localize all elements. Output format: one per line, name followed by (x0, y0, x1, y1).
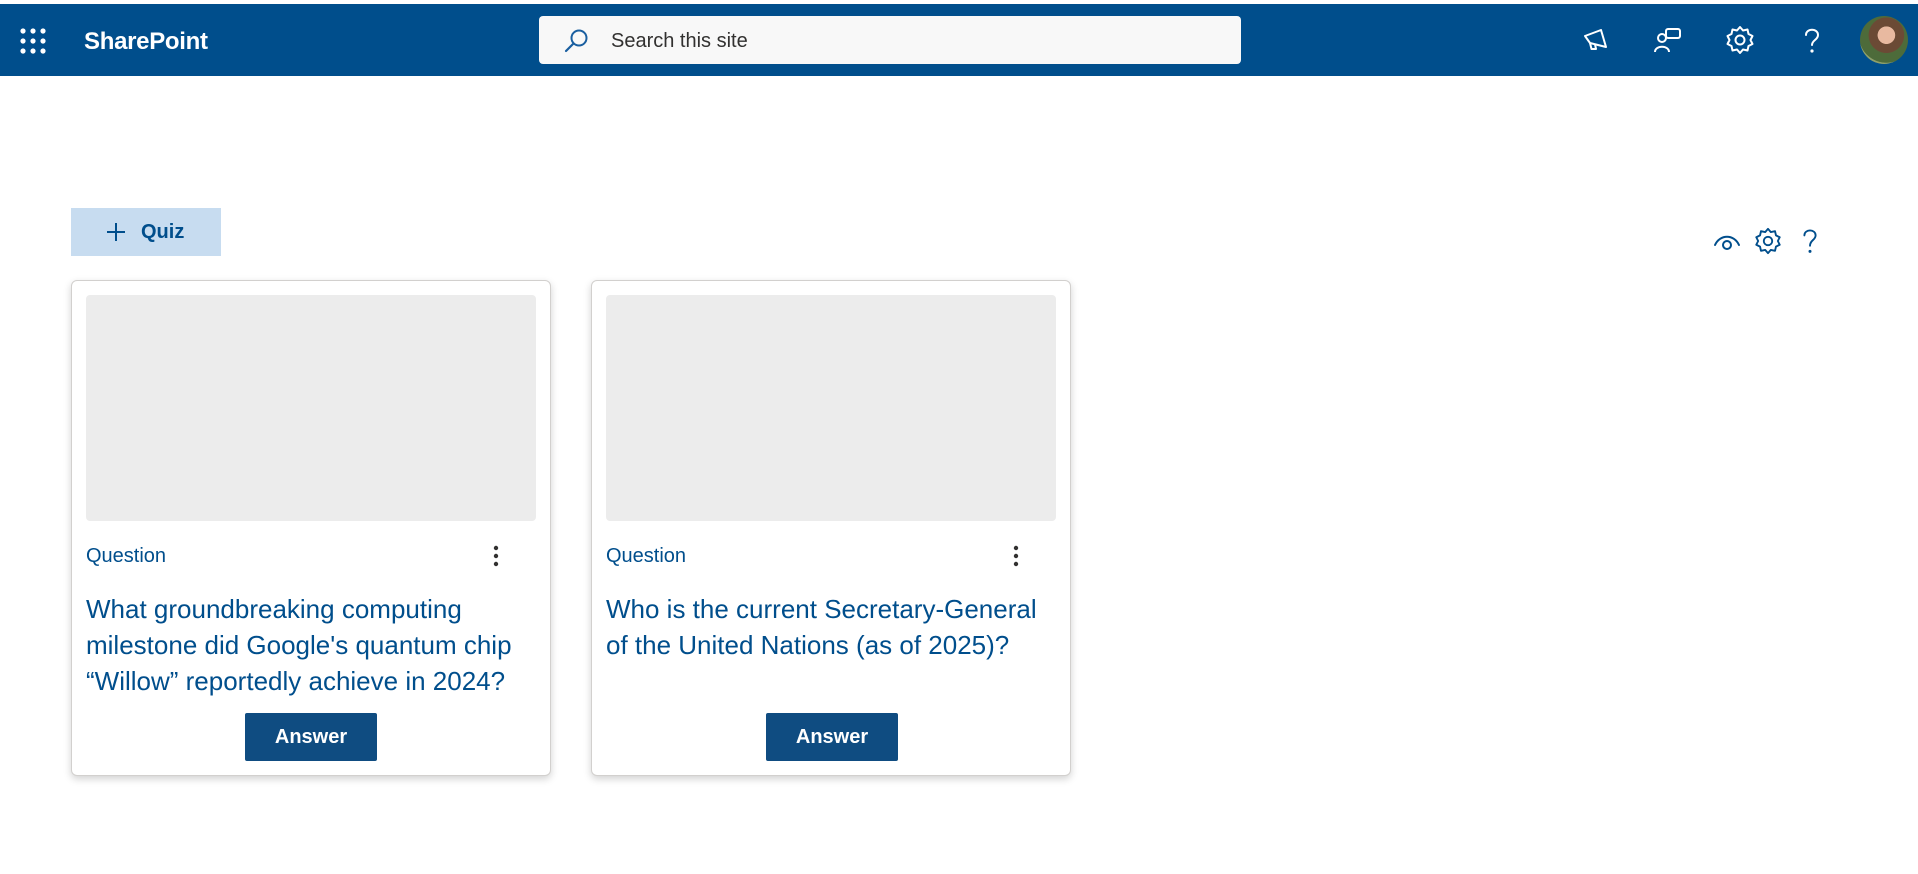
gear-icon[interactable] (1724, 24, 1756, 56)
add-quiz-button[interactable]: Quiz (71, 208, 221, 256)
card-type-label: Question (86, 545, 167, 567)
plus-icon (105, 221, 127, 243)
megaphone-icon[interactable] (1581, 24, 1613, 56)
eye-icon[interactable] (1712, 226, 1742, 256)
answer-button[interactable]: Answer (766, 713, 898, 761)
more-options-icon[interactable] (484, 543, 508, 571)
card-type-label: Question (606, 545, 687, 567)
question-card[interactable]: Question Who is the current Secretary-Ge… (591, 280, 1071, 776)
app-launcher-icon[interactable] (18, 26, 48, 56)
suite-bar: SharePoint (0, 4, 1918, 76)
more-options-icon[interactable] (1004, 543, 1028, 571)
search-input[interactable] (609, 16, 1213, 66)
share-feedback-icon[interactable] (1652, 24, 1684, 56)
avatar[interactable] (1860, 16, 1908, 64)
card-question-text: Who is the current Secretary-General of … (606, 594, 1037, 660)
help-icon[interactable] (1795, 226, 1825, 256)
question-card[interactable]: Question What groundbreaking computing m… (71, 280, 551, 776)
answer-button[interactable]: Answer (245, 713, 377, 761)
card-image-placeholder (86, 295, 536, 521)
add-quiz-label: Quiz (141, 220, 185, 243)
search-box[interactable] (539, 16, 1241, 66)
help-icon[interactable] (1796, 24, 1828, 56)
search-icon (563, 28, 589, 59)
gear-icon[interactable] (1753, 226, 1783, 256)
card-question-text: What groundbreaking computing milestone … (86, 594, 512, 696)
card-image-placeholder (606, 295, 1056, 521)
app-name[interactable]: SharePoint (84, 28, 208, 56)
